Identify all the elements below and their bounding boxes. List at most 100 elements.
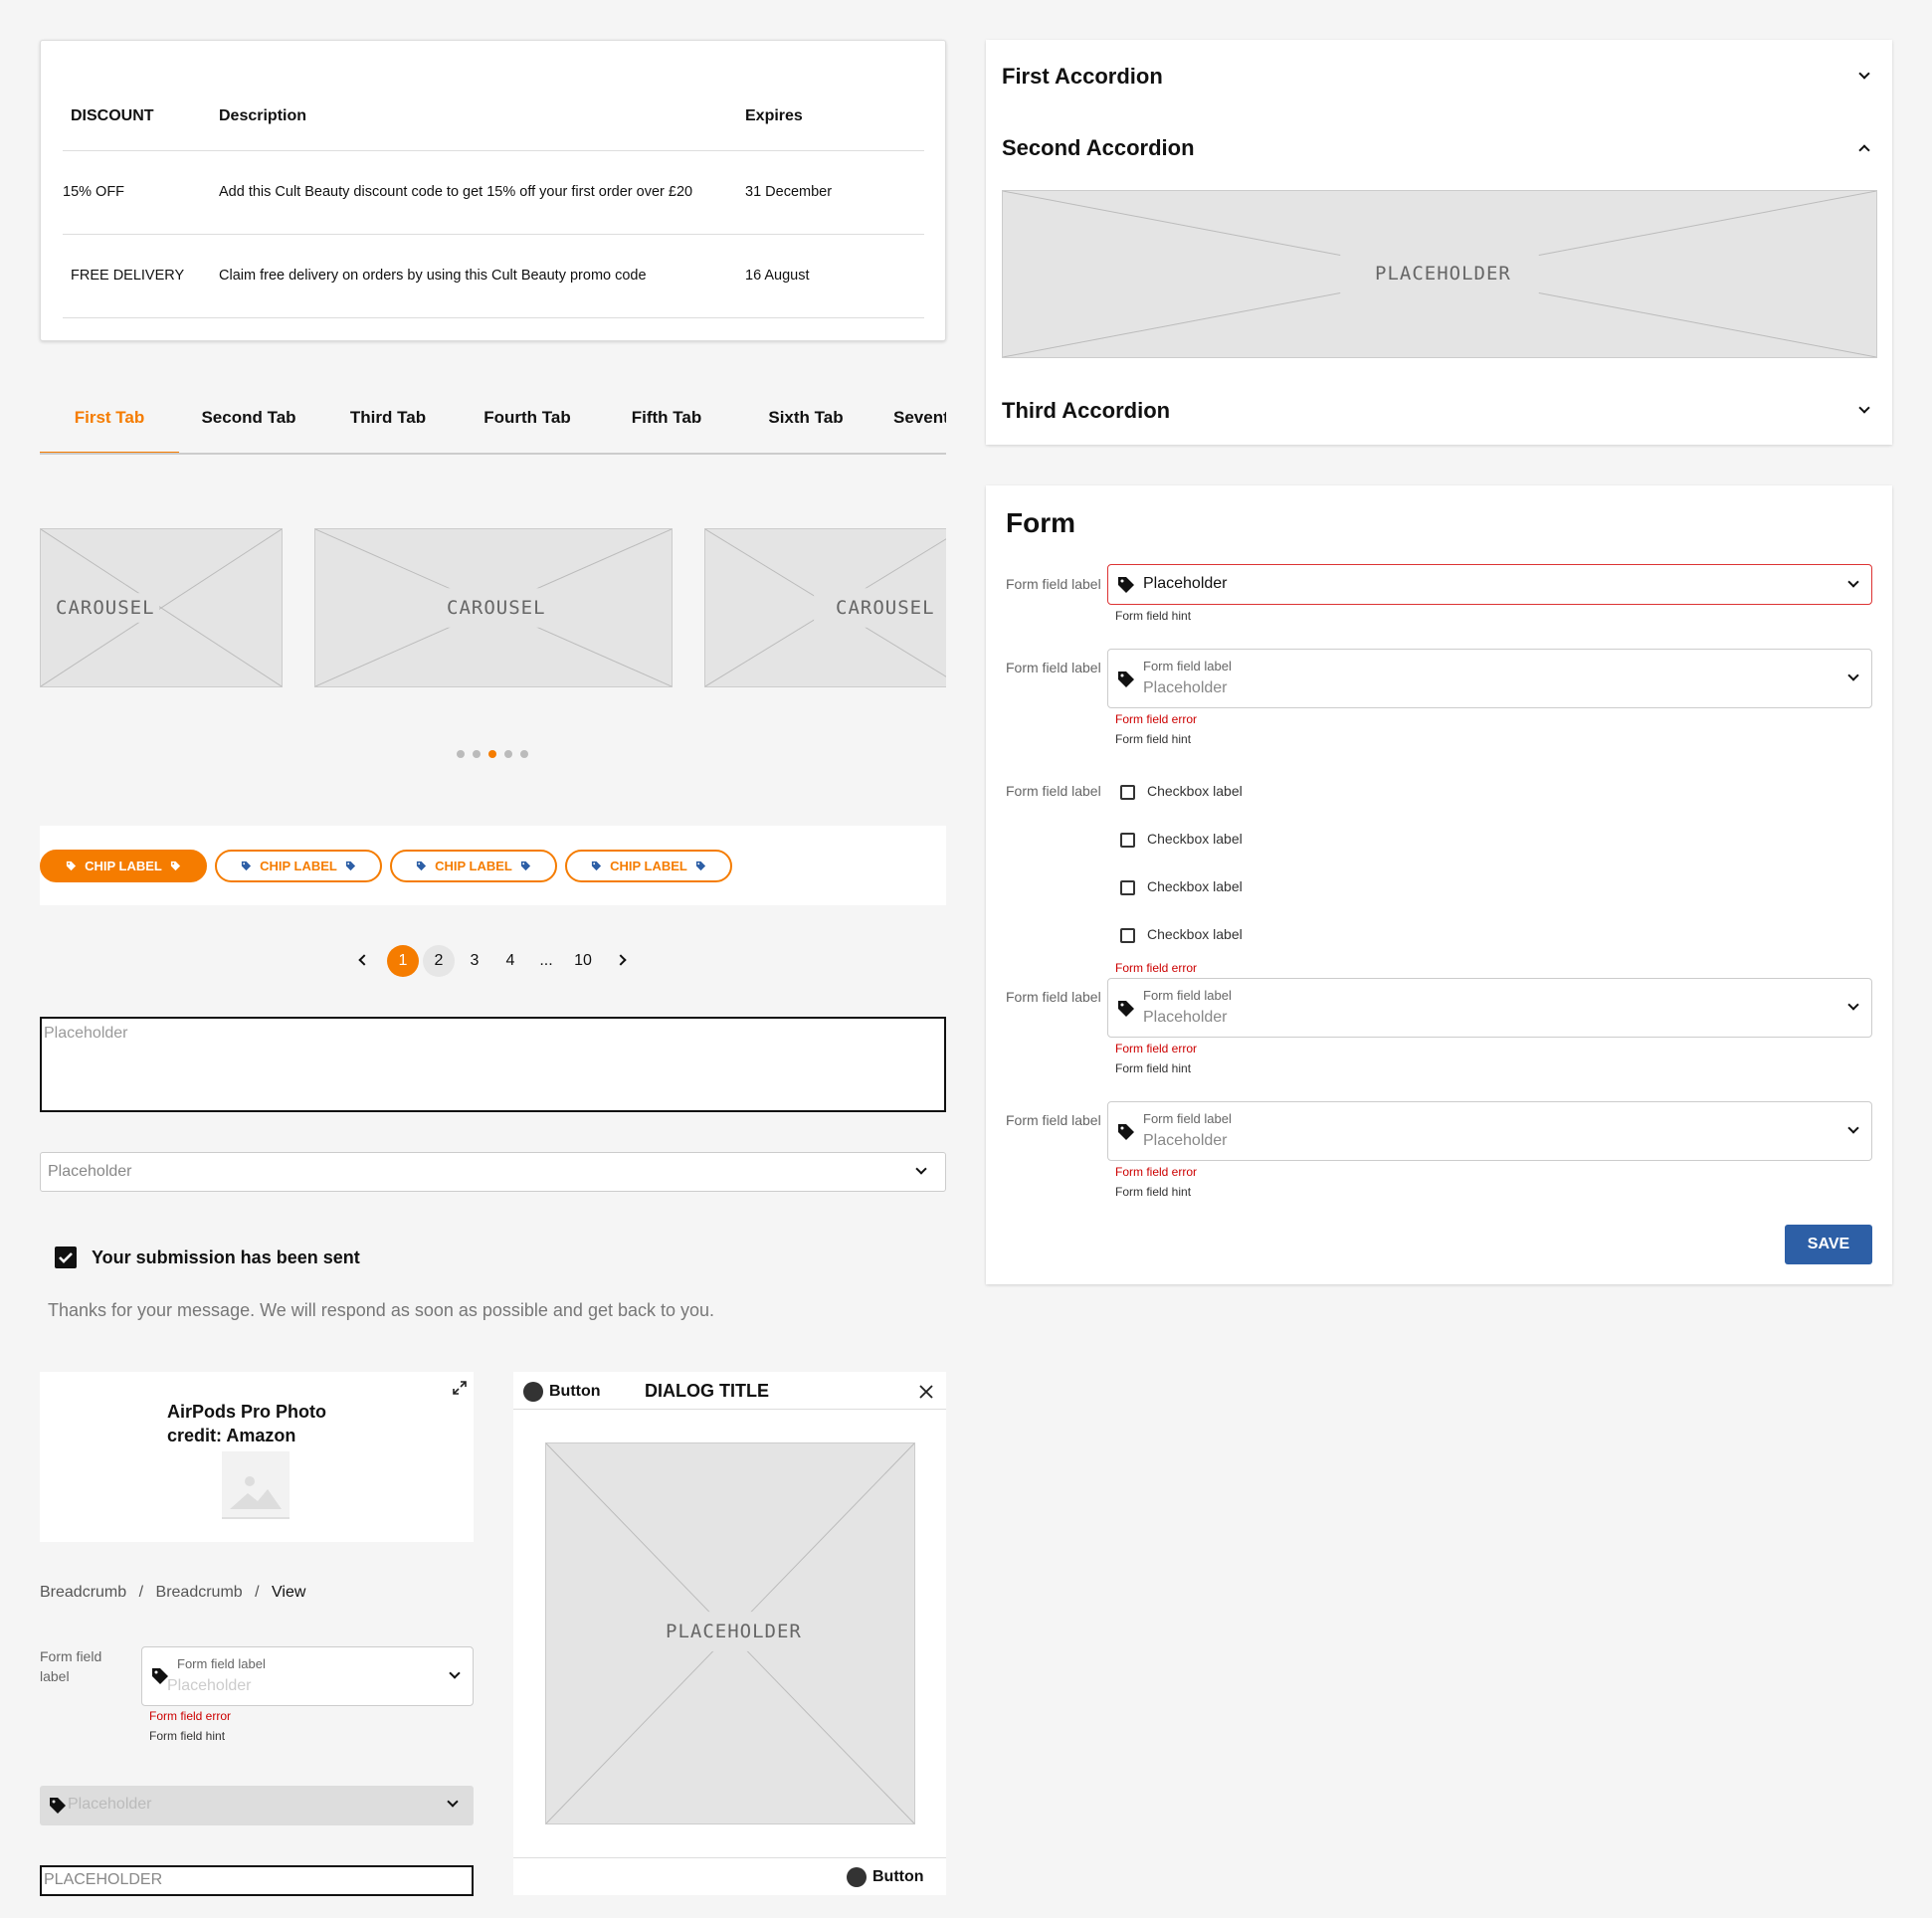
chevron-up-icon[interactable] — [1858, 144, 1870, 156]
chevron-left-icon[interactable] — [358, 954, 370, 966]
form-select-field-label: Form field label — [1143, 1111, 1232, 1126]
small-form-hint: Form field hint — [149, 1729, 226, 1743]
tab-third[interactable]: Third Tab — [318, 393, 458, 453]
form-select-placeholder: Placeholder — [1143, 575, 1228, 592]
tag-icon — [695, 861, 705, 871]
form-field-hint: Form field hint — [1115, 609, 1192, 623]
checkbox[interactable] — [1120, 785, 1135, 800]
discount-table: DISCOUNT Description Expires 15% OFF Add… — [63, 83, 924, 318]
chevron-down-icon — [1847, 576, 1859, 588]
page-button[interactable]: 2 — [423, 945, 455, 977]
dialog-placeholder-label: PLACEHOLDER — [666, 1621, 802, 1642]
save-button[interactable]: SAVE — [1785, 1225, 1872, 1264]
page-button[interactable]: 3 — [459, 945, 490, 977]
checkbox[interactable] — [1120, 928, 1135, 943]
tag-icon — [417, 861, 427, 871]
carousel-slide[interactable]: CAROUSEL — [314, 528, 673, 687]
disabled-select-placeholder: Placeholder — [68, 1796, 152, 1813]
form-field-label: Form field label — [1006, 989, 1101, 1005]
chevron-down-icon[interactable] — [1858, 68, 1870, 80]
close-icon[interactable] — [919, 1385, 933, 1399]
checkbox[interactable] — [1120, 880, 1135, 895]
carousel-dot-active[interactable] — [488, 750, 496, 758]
dialog-footer-button[interactable]: Button — [872, 1868, 924, 1886]
tab-fourth[interactable]: Fourth Tab — [458, 393, 597, 453]
form-select-placeholder: Placeholder — [1143, 1132, 1228, 1149]
tag-icon — [1118, 577, 1134, 593]
chevron-down-icon — [449, 1667, 461, 1679]
chevron-down-icon — [447, 1796, 459, 1808]
form-card: Form Form field label Placeholder Form f… — [986, 485, 1892, 1284]
text-input[interactable]: PLACEHOLDER — [40, 1865, 474, 1896]
form-select-error[interactable]: Placeholder — [1107, 564, 1872, 605]
carousel-slide-label: CAROUSEL — [56, 597, 155, 619]
form-field-error: Form field error — [1115, 1042, 1198, 1055]
breadcrumb-item[interactable]: Breadcrumb — [156, 1584, 243, 1601]
chip[interactable]: CHIP LABEL — [40, 850, 207, 882]
chevron-down-icon — [1847, 1122, 1859, 1134]
chip-group: CHIP LABEL CHIP LABEL CHIP LABEL CHIP LA… — [40, 826, 946, 905]
checkbox-checked-icon — [55, 1247, 77, 1268]
expand-icon[interactable] — [452, 1380, 468, 1396]
accordion-header-third[interactable]: Third Accordion — [1002, 398, 1170, 424]
column-header-expires: Expires — [745, 83, 924, 151]
breadcrumb-item[interactable]: Breadcrumb — [40, 1584, 126, 1601]
page-button[interactable]: 4 — [494, 945, 526, 977]
carousel-dot[interactable] — [457, 750, 465, 758]
form-field-hint: Form field hint — [1115, 1061, 1192, 1075]
form-select-field-label: Form field label — [1143, 659, 1232, 673]
message-textarea[interactable]: Placeholder — [40, 1017, 946, 1112]
tag-icon — [1118, 1001, 1134, 1017]
carousel-slide[interactable]: CAROUSEL — [40, 528, 283, 687]
accordion-placeholder-label: PLACEHOLDER — [1375, 263, 1511, 285]
chip-label: CHIP LABEL — [260, 859, 337, 873]
chevron-down-icon — [1847, 999, 1859, 1011]
chip[interactable]: CHIP LABEL — [390, 850, 557, 882]
page-button[interactable]: 10 — [566, 945, 600, 977]
chevron-right-icon[interactable] — [615, 954, 627, 966]
small-form-error: Form field error — [149, 1709, 232, 1723]
small-form-label: Form field label — [40, 1648, 102, 1684]
tag-icon — [592, 861, 602, 871]
dialog-header-button[interactable]: Button — [549, 1383, 601, 1401]
checkbox-label: Checkbox label — [1147, 783, 1243, 799]
carousel-slide[interactable]: CAROUSEL — [704, 528, 946, 687]
tag-icon — [1118, 671, 1134, 687]
chevron-down-icon — [915, 1163, 927, 1175]
tab-second[interactable]: Second Tab — [179, 393, 318, 453]
carousel-dot[interactable] — [520, 750, 528, 758]
disabled-select: Placeholder — [40, 1786, 474, 1825]
chip[interactable]: CHIP LABEL — [215, 850, 382, 882]
dialog-footer-divider — [513, 1857, 946, 1858]
accordion: First Accordion Second Accordion PLACEHO… — [986, 40, 1892, 445]
form-field-label: Form field label — [1006, 783, 1101, 799]
small-form-placeholder: Placeholder — [167, 1677, 252, 1694]
form-field-label: Form field label — [1006, 1112, 1101, 1128]
tag-icon — [170, 861, 180, 871]
small-form-select[interactable]: Form field label Placeholder — [141, 1646, 474, 1706]
tab-seventh[interactable]: Seventh Tab — [893, 393, 946, 453]
form-select[interactable]: Form field label Placeholder — [1107, 649, 1872, 708]
tab-fifth[interactable]: Fifth Tab — [597, 393, 736, 453]
chip-label: CHIP LABEL — [435, 859, 512, 873]
chip[interactable]: CHIP LABEL — [565, 850, 732, 882]
form-select[interactable]: Form field label Placeholder — [1107, 1101, 1872, 1161]
form-title: Form — [1006, 507, 1075, 538]
accordion-header-second[interactable]: Second Accordion — [1002, 135, 1195, 161]
checkbox[interactable] — [1120, 833, 1135, 848]
chevron-down-icon[interactable] — [1858, 402, 1870, 414]
carousel-dot[interactable] — [473, 750, 481, 758]
accordion-header-first[interactable]: First Accordion — [1002, 64, 1163, 90]
tab-first[interactable]: First Tab — [40, 393, 179, 453]
image-caption: AirPods Pro Photo credit: Amazon — [167, 1402, 327, 1445]
table-row: 15% OFF Add this Cult Beauty discount co… — [63, 150, 924, 235]
form-field-label: Form field label — [1006, 660, 1101, 675]
form-select[interactable]: Form field label Placeholder — [1107, 978, 1872, 1038]
select-dropdown[interactable]: Placeholder — [40, 1152, 946, 1192]
page-button-active[interactable]: 1 — [387, 945, 419, 977]
tab-sixth[interactable]: Sixth Tab — [736, 393, 875, 453]
discount-table-card: DISCOUNT Description Expires 15% OFF Add… — [40, 40, 946, 341]
carousel-slide-label: CAROUSEL — [447, 597, 546, 619]
carousel[interactable]: CAROUSEL CAROUSEL CAROUSEL — [40, 528, 946, 687]
carousel-dot[interactable] — [504, 750, 512, 758]
